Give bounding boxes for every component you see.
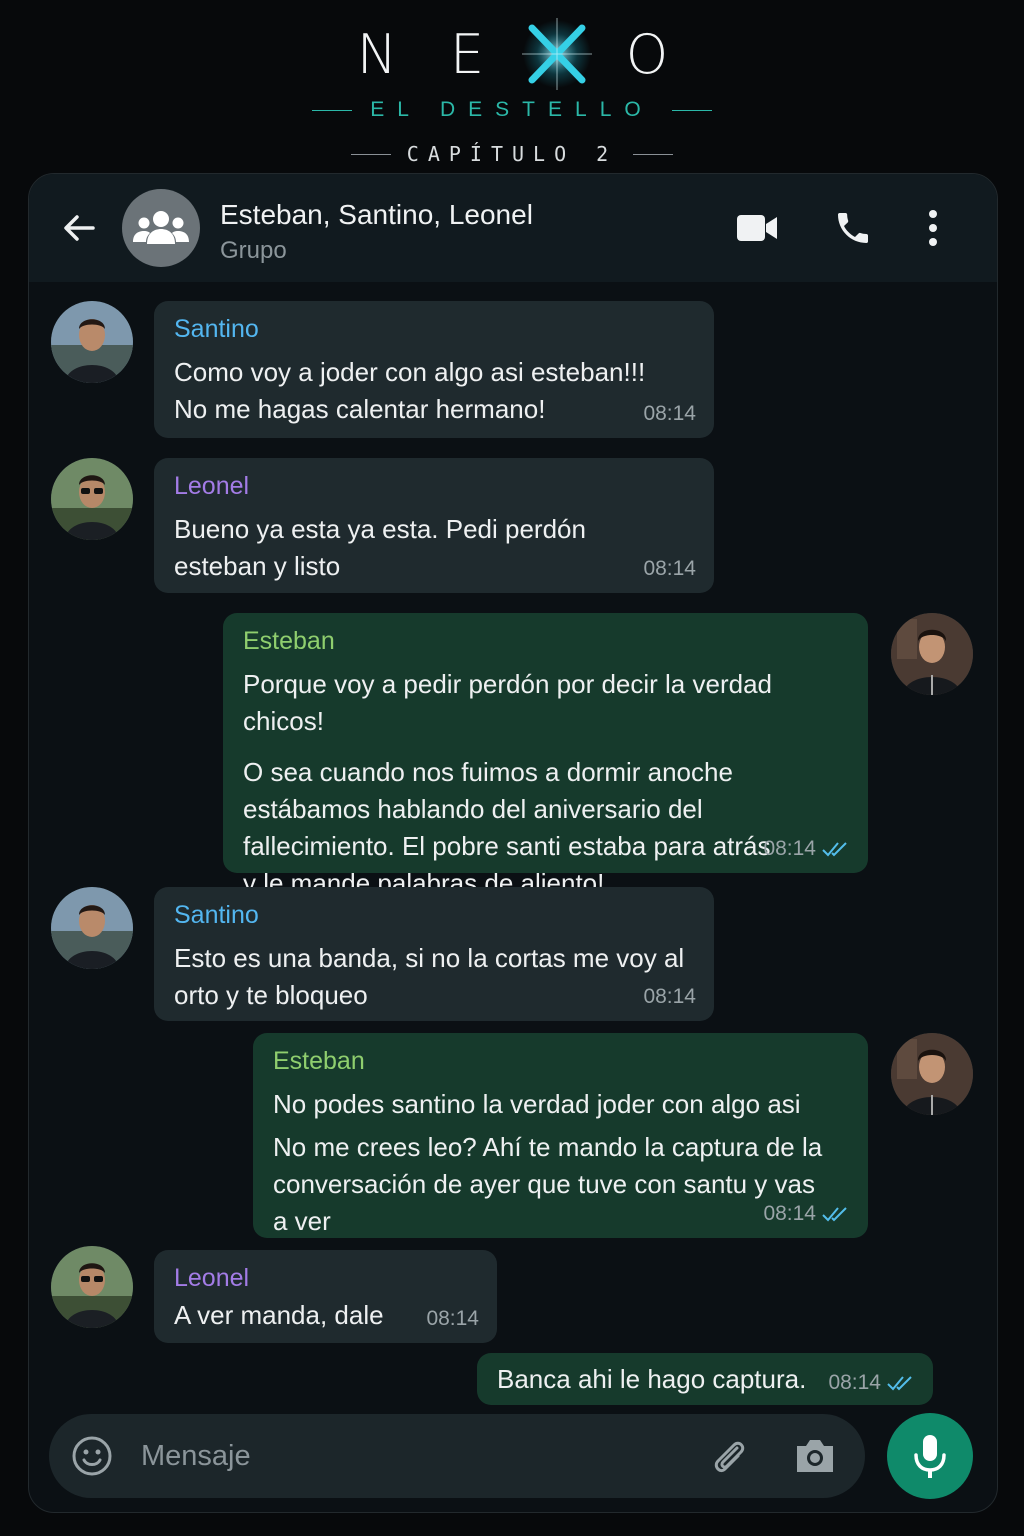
- double-check-icon: [822, 1207, 847, 1222]
- message-input[interactable]: Mensaje: [141, 1440, 251, 1473]
- chat-name[interactable]: Esteban, Santino, Leonel: [220, 199, 533, 231]
- chat-header: Esteban, Santino, Leonel Grupo: [29, 174, 997, 282]
- message-text: No podes santino la verdad joder con alg…: [273, 1089, 823, 1236]
- message-time: 08:14: [643, 557, 696, 580]
- message-bubble[interactable]: Esteban Porque voy a pedir perdón por de…: [223, 613, 868, 898]
- chapter-label: CAPÍTULO 2: [0, 142, 1024, 166]
- message-bubble[interactable]: Leonel Bueno ya esta ya esta. Pedi perdó…: [154, 458, 714, 593]
- message-time: 08:14: [643, 402, 696, 425]
- video-call-icon[interactable]: [735, 212, 779, 244]
- message-bubble[interactable]: Esteban No podes santino la verdad joder…: [253, 1033, 868, 1238]
- subtitle-text: EL DESTELLO: [370, 98, 654, 121]
- chat-subtitle: Grupo: [220, 237, 287, 264]
- back-arrow-icon[interactable]: [59, 208, 99, 248]
- series-subtitle: EL DESTELLO: [0, 98, 1024, 122]
- logo-letter-n: N: [356, 22, 398, 86]
- double-check-icon: [822, 842, 847, 857]
- chat-window: Esteban, Santino, Leonel Grupo Santino C…: [28, 173, 998, 1513]
- avatar-leonel[interactable]: [51, 1246, 133, 1328]
- mic-button[interactable]: [887, 1413, 973, 1499]
- mic-icon: [914, 1435, 946, 1478]
- message-text: Porque voy a pedir perdón por decir la v…: [243, 669, 772, 898]
- avatar-esteban[interactable]: [891, 613, 973, 695]
- message-text: Como voy a joder con algo asi esteban!!!…: [174, 357, 646, 424]
- message-bubble[interactable]: Santino Esto es una banda, si no la cort…: [154, 887, 714, 1021]
- logo-x-icon: [512, 18, 602, 90]
- message-time: 08:14: [763, 837, 850, 861]
- avatar-santino[interactable]: [51, 887, 133, 969]
- avatar-esteban[interactable]: [891, 1033, 973, 1115]
- sender-name: Santino: [174, 315, 259, 343]
- avatar-leonel[interactable]: [51, 458, 133, 540]
- chapter-text: CAPÍTULO 2: [406, 142, 618, 166]
- group-icon: [133, 211, 189, 244]
- sender-name: Leonel: [174, 472, 250, 500]
- phone-icon[interactable]: [833, 208, 873, 248]
- logo-letter-o: O: [625, 22, 669, 86]
- double-check-icon: [887, 1376, 912, 1391]
- sender-name: Esteban: [273, 1047, 365, 1075]
- attach-icon[interactable]: [707, 1434, 751, 1478]
- message-time: 08:14: [426, 1307, 479, 1330]
- group-avatar[interactable]: [122, 189, 200, 267]
- sender-name: Santino: [174, 901, 259, 929]
- camera-icon[interactable]: [793, 1436, 837, 1476]
- message-text: Bueno ya esta ya esta. Pedi perdón esteb…: [174, 514, 586, 581]
- message-input-bar[interactable]: Mensaje: [49, 1414, 865, 1498]
- message-time: 08:14: [828, 1371, 915, 1395]
- message-text: Esto es una banda, si no la cortas me vo…: [174, 943, 685, 1010]
- logo-letter-e: E: [449, 22, 485, 86]
- message-time: 08:14: [643, 985, 696, 1008]
- emoji-icon[interactable]: [71, 1435, 113, 1477]
- message-bubble[interactable]: Santino Como voy a joder con algo asi es…: [154, 301, 714, 438]
- series-logo: N E O: [0, 18, 1024, 90]
- message-bubble[interactable]: Banca ahi le hago captura. 08:14: [477, 1353, 933, 1405]
- message-time: 08:14: [763, 1202, 850, 1226]
- series-title: N E O EL DESTELLO CAPÍTULO 2: [0, 18, 1024, 166]
- sender-name: Leonel: [174, 1264, 250, 1292]
- sender-name: Esteban: [243, 627, 335, 655]
- avatar-santino[interactable]: [51, 301, 133, 383]
- more-vert-icon[interactable]: [927, 208, 939, 248]
- message-bubble[interactable]: Leonel A ver manda, dale 08:14: [154, 1250, 497, 1343]
